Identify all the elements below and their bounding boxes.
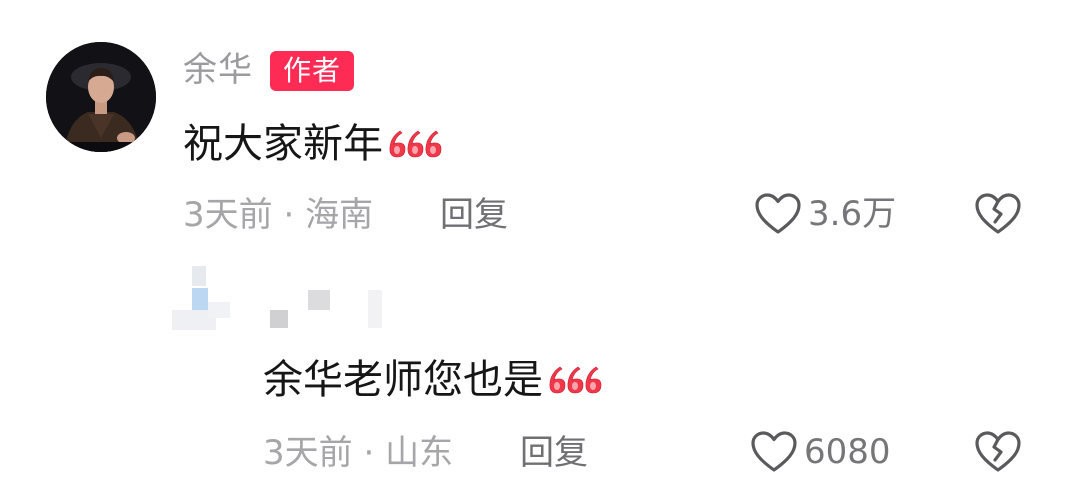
reply-username-blurred[interactable]	[172, 266, 392, 334]
comment-text-content: 祝大家新年	[183, 121, 383, 167]
meta-separator: ·	[363, 433, 375, 473]
comment-text: 祝大家新年	[183, 120, 445, 168]
dislike-button[interactable]	[974, 430, 1022, 478]
blur-pixel	[192, 288, 208, 310]
reply-button[interactable]: 回复	[520, 432, 588, 474]
blur-pixel	[208, 302, 230, 318]
broken-heart-icon	[975, 193, 1021, 234]
reply-text: 余华老师您也是	[263, 356, 605, 404]
broken-heart-icon	[975, 431, 1021, 472]
author-avatar[interactable]	[46, 42, 156, 152]
blur-pixel	[192, 266, 206, 286]
meta-separator: ·	[283, 195, 295, 235]
reply-time: 3天前	[263, 433, 353, 473]
heart-icon	[755, 193, 801, 234]
blur-pixel	[308, 290, 330, 310]
emoji-666-icon	[385, 120, 445, 168]
heart-icon	[751, 431, 797, 472]
avatar-photo	[46, 42, 156, 152]
like-count: 6080	[804, 432, 891, 472]
like-count: 3.6万	[808, 194, 897, 234]
reply-meta: 3天前 · 山东	[263, 432, 453, 474]
comment-location: 海南	[305, 195, 374, 235]
like-button[interactable]: 6080	[750, 430, 891, 474]
comment-time: 3天前	[183, 195, 273, 235]
author-badge: 作者	[270, 51, 354, 91]
emoji-666-icon	[545, 356, 605, 404]
blur-pixel	[270, 310, 288, 328]
dislike-button[interactable]	[974, 192, 1022, 240]
like-button[interactable]: 3.6万	[754, 192, 896, 236]
comment-meta: 3天前 · 海南	[183, 194, 373, 236]
author-name[interactable]: 余华	[183, 50, 253, 90]
reply-location: 山东	[385, 433, 454, 473]
reply-button[interactable]: 回复	[440, 194, 508, 236]
reply-text-content: 余华老师您也是	[263, 357, 543, 403]
blur-pixel	[368, 290, 382, 328]
